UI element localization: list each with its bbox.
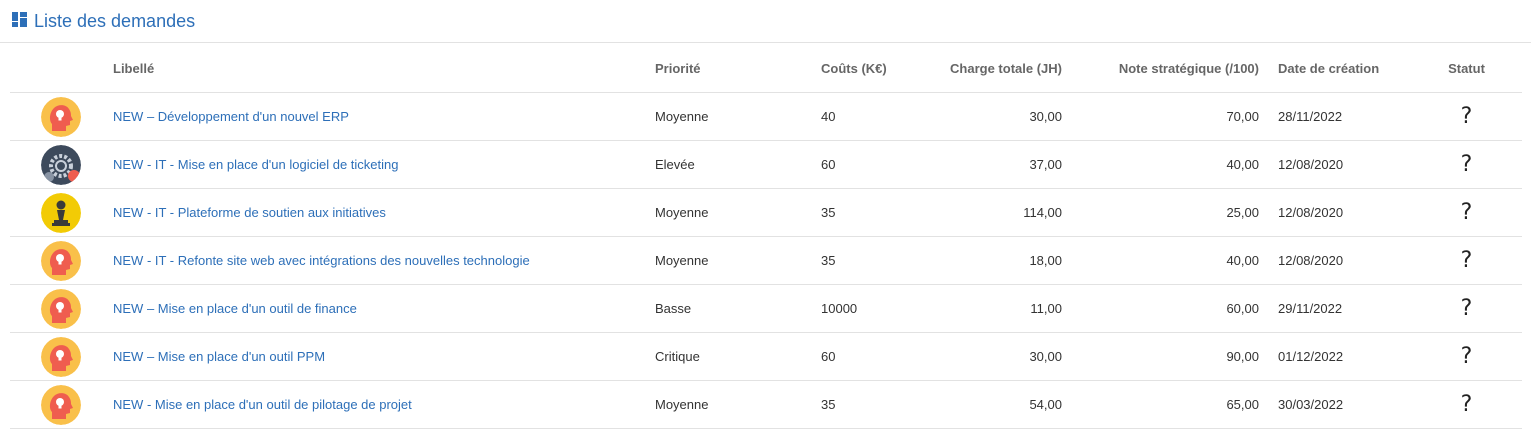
page-header: Liste des demandes <box>0 0 1531 43</box>
cost-cell: 60 <box>821 332 909 381</box>
status-unknown-icon: ? <box>1460 200 1473 225</box>
charge-cell: 18,00 <box>909 236 1086 285</box>
date-cell: 12/08/2020 <box>1273 236 1411 285</box>
charge-cell: 30,00 <box>909 92 1086 141</box>
table-row[interactable]: NEW - IT - Refonte site web avec intégra… <box>10 236 1522 285</box>
idea-head-icon <box>41 288 81 329</box>
status-unknown-icon: ? <box>1460 344 1473 369</box>
table-row[interactable]: NEW - IT - Mise en place d'un logiciel d… <box>10 140 1522 189</box>
note-cell: 70,00 <box>1086 92 1273 141</box>
table-row[interactable]: NEW - Mise en place d'un outil de pilota… <box>10 380 1522 429</box>
date-cell: 29/11/2022 <box>1273 284 1411 333</box>
note-cell: 90,00 <box>1086 332 1273 381</box>
status-unknown-icon: ? <box>1460 104 1473 129</box>
note-cell: 40,00 <box>1086 236 1273 285</box>
charge-cell: 11,00 <box>909 284 1086 333</box>
priority-cell: Elevée <box>655 140 821 189</box>
column-header-charge[interactable]: Charge totale (JH) <box>909 44 1086 93</box>
status-unknown-icon: ? <box>1460 296 1473 321</box>
charge-cell: 54,00 <box>909 380 1086 429</box>
page-title: Liste des demandes <box>34 11 196 31</box>
column-header-couts[interactable]: Coûts (K€) <box>821 44 909 93</box>
priority-cell: Moyenne <box>655 236 821 285</box>
charge-cell: 37,00 <box>909 140 1086 189</box>
cost-cell: 35 <box>821 236 909 285</box>
table-row[interactable]: NEW - IT - Plateforme de soutien aux ini… <box>10 188 1522 237</box>
note-cell: 65,00 <box>1086 380 1273 429</box>
request-label-link[interactable]: NEW - IT - Plateforme de soutien aux ini… <box>113 205 386 220</box>
status-unknown-icon: ? <box>1460 392 1473 417</box>
column-header-libelle[interactable]: Libellé <box>113 44 655 93</box>
cost-cell: 60 <box>821 140 909 189</box>
dashboard-icon <box>12 12 27 27</box>
request-label-link[interactable]: NEW – Développement d'un nouvel ERP <box>113 109 349 124</box>
column-header-priorite[interactable]: Priorité <box>655 44 821 93</box>
date-cell: 12/08/2020 <box>1273 188 1411 237</box>
charge-cell: 30,00 <box>909 332 1086 381</box>
date-cell: 30/03/2022 <box>1273 380 1411 429</box>
note-cell: 40,00 <box>1086 140 1273 189</box>
charge-cell: 114,00 <box>909 188 1086 237</box>
cost-cell: 10000 <box>821 284 909 333</box>
idea-head-icon <box>41 336 81 377</box>
table-row[interactable]: NEW – Mise en place d'un outil de financ… <box>10 284 1522 333</box>
status-unknown-icon: ? <box>1460 152 1473 177</box>
priority-cell: Moyenne <box>655 380 821 429</box>
note-cell: 25,00 <box>1086 188 1273 237</box>
request-label-link[interactable]: NEW – Mise en place d'un outil PPM <box>113 349 325 364</box>
chess-pawn-icon <box>41 192 81 233</box>
status-unknown-icon: ? <box>1460 248 1473 273</box>
priority-cell: Basse <box>655 284 821 333</box>
table-header-row: Libellé Priorité Coûts (K€) Charge total… <box>10 44 1522 93</box>
idea-head-icon <box>41 384 81 425</box>
date-cell: 12/08/2020 <box>1273 140 1411 189</box>
date-cell: 28/11/2022 <box>1273 92 1411 141</box>
date-cell: 01/12/2022 <box>1273 332 1411 381</box>
request-label-link[interactable]: NEW – Mise en place d'un outil de financ… <box>113 301 357 316</box>
priority-cell: Moyenne <box>655 92 821 141</box>
column-header-avatar <box>10 44 113 93</box>
table-row[interactable]: NEW – Développement d'un nouvel ERP Moyen… <box>10 92 1522 141</box>
request-label-link[interactable]: NEW - Mise en place d'un outil de pilota… <box>113 397 412 412</box>
column-header-statut[interactable]: Statut <box>1411 44 1522 93</box>
priority-cell: Moyenne <box>655 188 821 237</box>
gears-icon <box>41 144 81 185</box>
column-header-note[interactable]: Note stratégique (/100) <box>1086 44 1273 93</box>
cost-cell: 40 <box>821 92 909 141</box>
column-header-date[interactable]: Date de création <box>1273 44 1411 93</box>
table-row[interactable]: NEW – Mise en place d'un outil PPM Critiq… <box>10 332 1522 381</box>
idea-head-icon <box>41 240 81 281</box>
cost-cell: 35 <box>821 380 909 429</box>
cost-cell: 35 <box>821 188 909 237</box>
request-label-link[interactable]: NEW - IT - Refonte site web avec intégra… <box>113 253 530 268</box>
note-cell: 60,00 <box>1086 284 1273 333</box>
priority-cell: Critique <box>655 332 821 381</box>
request-label-link[interactable]: NEW - IT - Mise en place d'un logiciel d… <box>113 157 398 172</box>
requests-table: Libellé Priorité Coûts (K€) Charge total… <box>10 44 1522 429</box>
idea-head-icon <box>41 96 81 137</box>
